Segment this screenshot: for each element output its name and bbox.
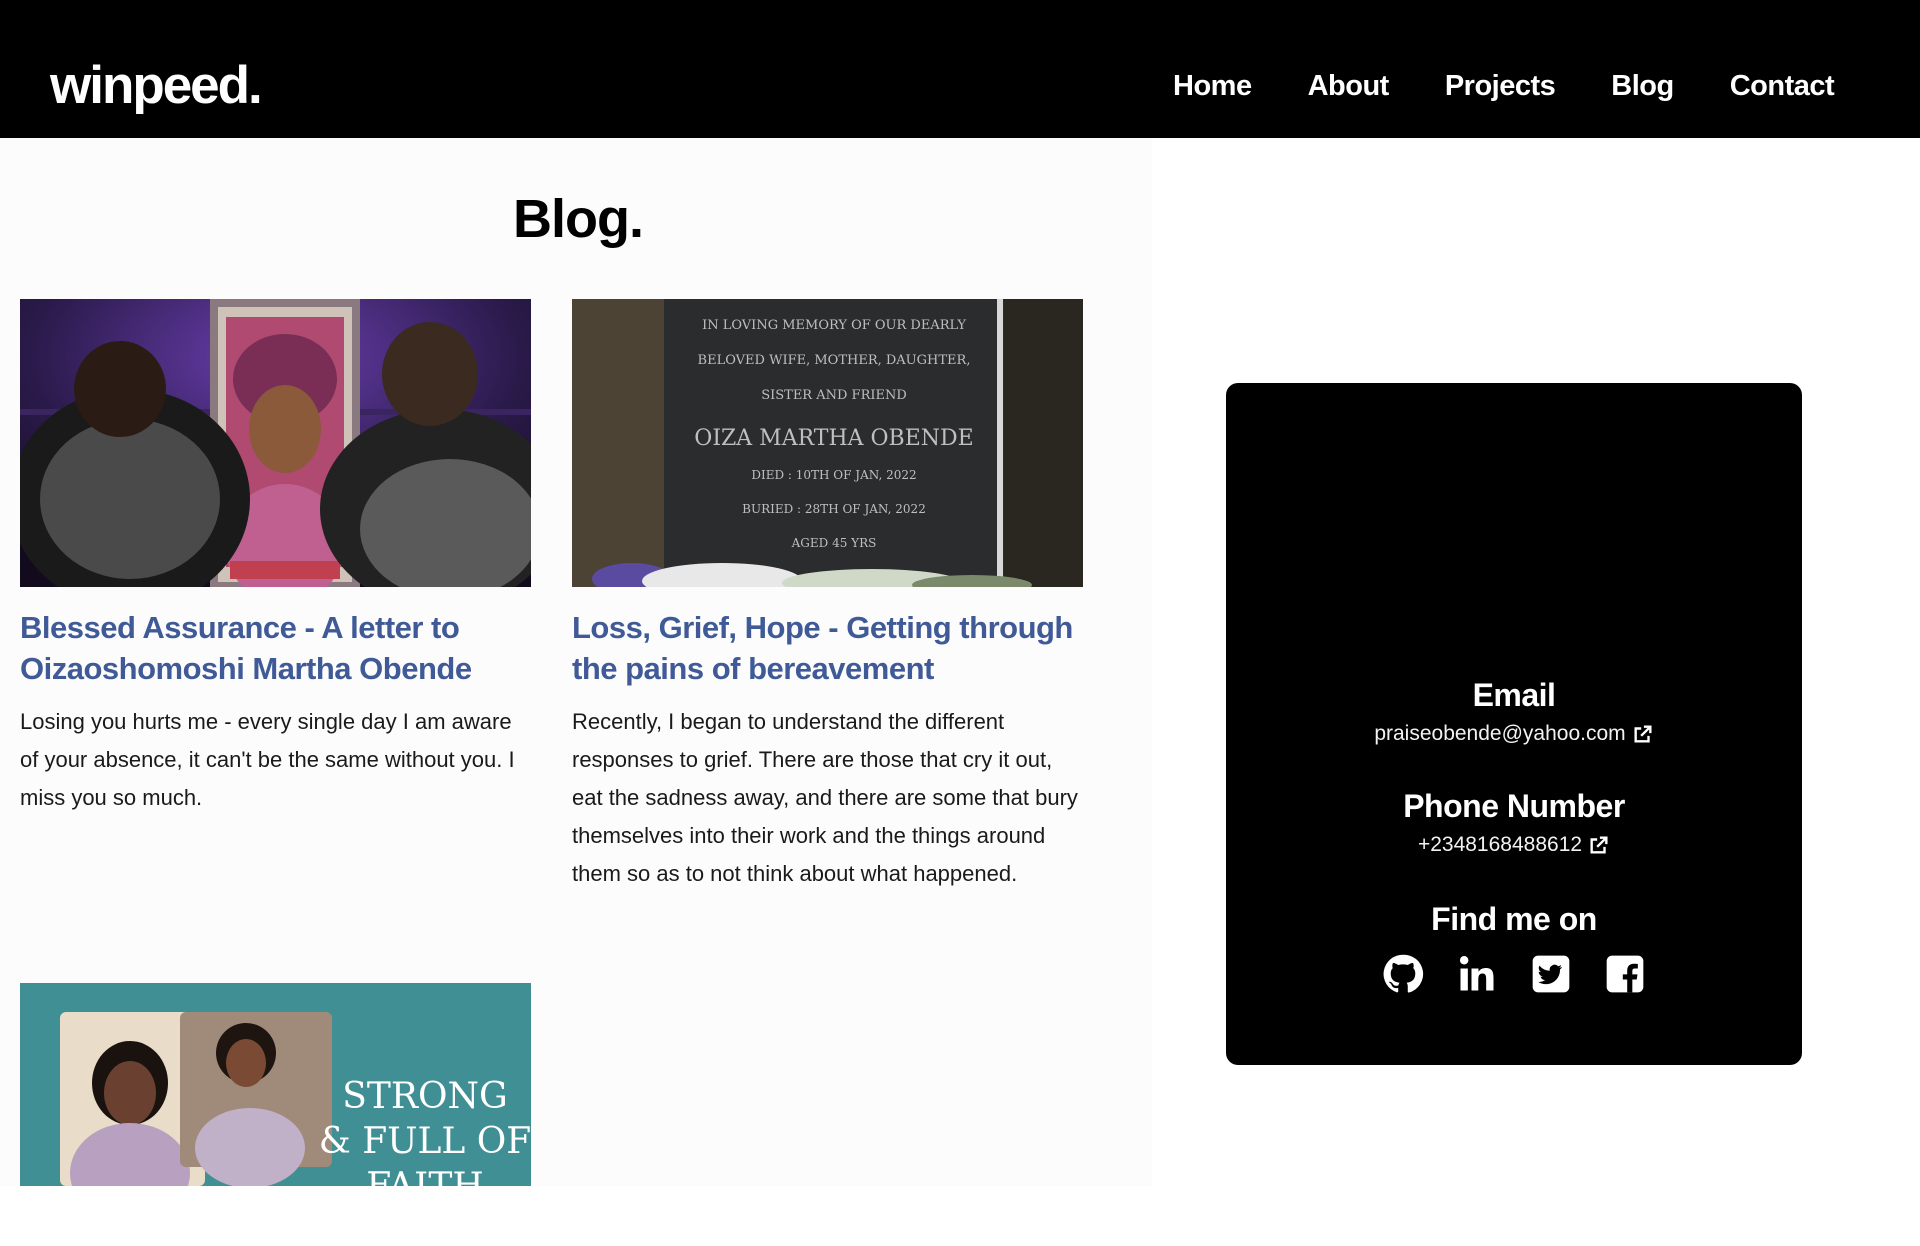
nav-blog[interactable]: Blog: [1611, 66, 1674, 106]
post-excerpt: Recently, I began to understand the diff…: [572, 709, 1078, 886]
post-excerpt: Losing you hurts me - every single day I…: [20, 709, 515, 810]
phone-heading: Phone Number: [1403, 788, 1625, 824]
facebook-icon[interactable]: [1603, 952, 1647, 996]
thumb-text-1: STRONG: [342, 1076, 508, 1117]
external-link-icon: [1588, 834, 1610, 856]
page-title: Blog.: [513, 189, 644, 249]
blog-post-card[interactable]: IN LOVING MEMORY OF OUR DEARLY BELOVED W…: [572, 299, 1083, 893]
thumb-text-3: FAITH: [366, 1166, 483, 1186]
stone-buried: BURIED : 28TH OF JAN, 2022: [742, 502, 926, 516]
phone-link[interactable]: +2348168488612: [1418, 833, 1610, 857]
stone-line-3: SISTER AND FRIEND: [761, 388, 907, 403]
site-logo[interactable]: winpeed.: [50, 56, 263, 116]
nav-projects[interactable]: Projects: [1445, 66, 1556, 106]
find-heading: Find me on: [1431, 901, 1597, 937]
linkedin-icon[interactable]: [1455, 952, 1499, 996]
social-links: [1226, 952, 1802, 996]
site-header: winpeed. Home About Projects Blog Contac…: [0, 0, 1920, 138]
nav-about[interactable]: About: [1308, 66, 1390, 106]
github-icon[interactable]: [1381, 952, 1425, 996]
external-link-icon: [1632, 723, 1654, 745]
blog-section: Blog. Blessed Assurance - A letter to Oi…: [0, 138, 1152, 1186]
email-link[interactable]: praiseobende@yahoo.com: [1374, 722, 1653, 746]
thumb-text-2: & FULL OF: [319, 1121, 531, 1162]
stone-aged: AGED 45 YRS: [791, 536, 877, 550]
nav-contact[interactable]: Contact: [1730, 66, 1835, 106]
contact-card: Email praiseobende@yahoo.com Phone Numbe…: [1226, 383, 1802, 1065]
email-value: praiseobende@yahoo.com: [1374, 722, 1626, 745]
post-thumbnail[interactable]: [20, 299, 531, 587]
social-block: Find me on: [1226, 901, 1802, 996]
phone-block: Phone Number +2348168488612: [1226, 788, 1802, 857]
email-heading: Email: [1472, 677, 1556, 713]
post-title[interactable]: Loss, Grief, Hope - Getting through the …: [572, 607, 1083, 689]
stone-line-2: BELOVED WIFE, MOTHER, DAUGHTER,: [698, 353, 971, 368]
main-nav: Home About Projects Blog Contact: [1173, 66, 1835, 106]
post-thumbnail[interactable]: STRONG & FULL OF FAITH: [20, 983, 531, 1186]
stone-died: DIED : 10TH OF JAN, 2022: [751, 468, 916, 482]
post-title[interactable]: Blessed Assurance - A letter to Oizaosho…: [20, 607, 531, 689]
nav-home[interactable]: Home: [1173, 66, 1252, 106]
stone-line-1: IN LOVING MEMORY OF OUR DEARLY: [702, 318, 966, 333]
stone-name: OIZA MARTHA OBENDE: [694, 426, 973, 451]
blog-post-card[interactable]: STRONG & FULL OF FAITH: [20, 983, 531, 1186]
post-thumbnail[interactable]: IN LOVING MEMORY OF OUR DEARLY BELOVED W…: [572, 299, 1083, 587]
twitter-icon[interactable]: [1529, 952, 1573, 996]
phone-value: +2348168488612: [1417, 833, 1583, 856]
email-block: Email praiseobende@yahoo.com: [1226, 677, 1802, 746]
blog-post-card[interactable]: Blessed Assurance - A letter to Oizaosho…: [20, 299, 531, 817]
